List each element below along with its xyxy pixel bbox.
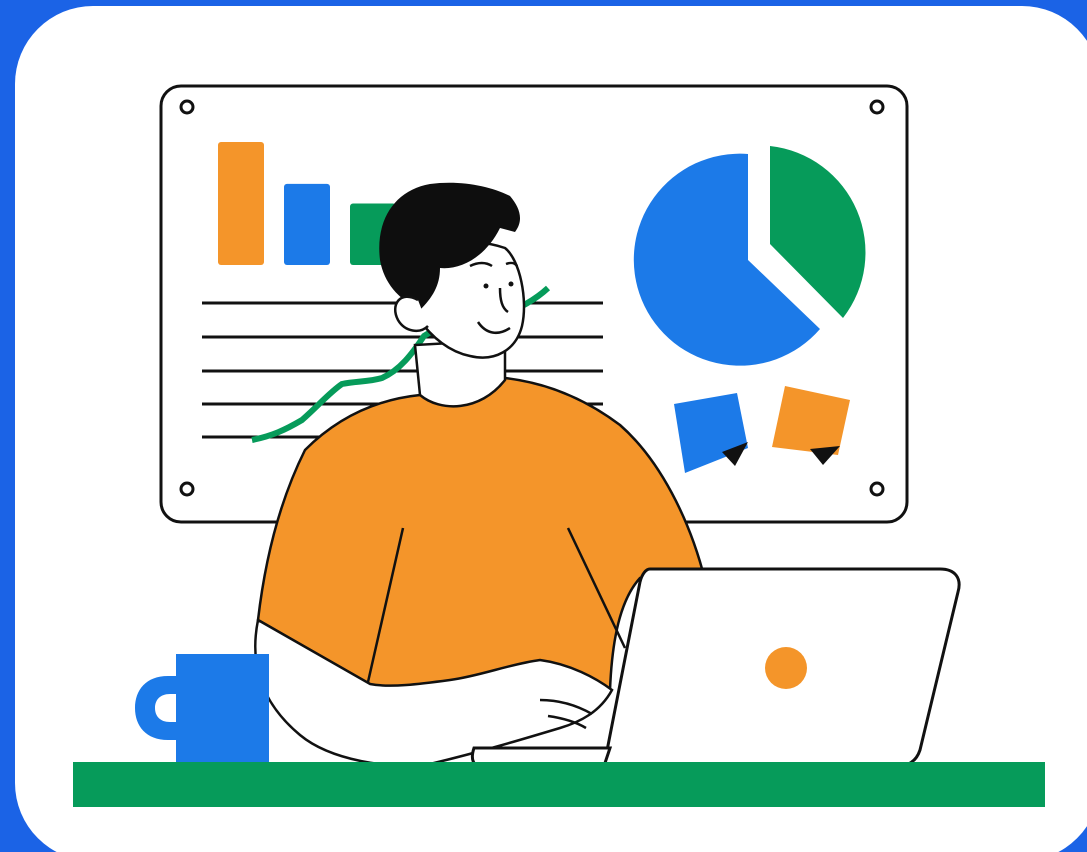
board-screw-icon xyxy=(869,481,885,497)
illustration-stage xyxy=(0,0,1087,852)
laptop-logo-icon xyxy=(765,647,807,689)
eye xyxy=(508,281,514,287)
board-screw-icon xyxy=(179,481,195,497)
desk xyxy=(73,762,1045,807)
eye xyxy=(483,283,489,289)
board-screw-icon xyxy=(869,99,885,115)
sticky-note-blue xyxy=(674,393,748,473)
board-bar xyxy=(218,142,264,265)
board-screw-icon xyxy=(179,99,195,115)
analytics-illustration xyxy=(0,0,1087,852)
board-bar xyxy=(284,183,330,265)
mug-body xyxy=(176,654,269,764)
